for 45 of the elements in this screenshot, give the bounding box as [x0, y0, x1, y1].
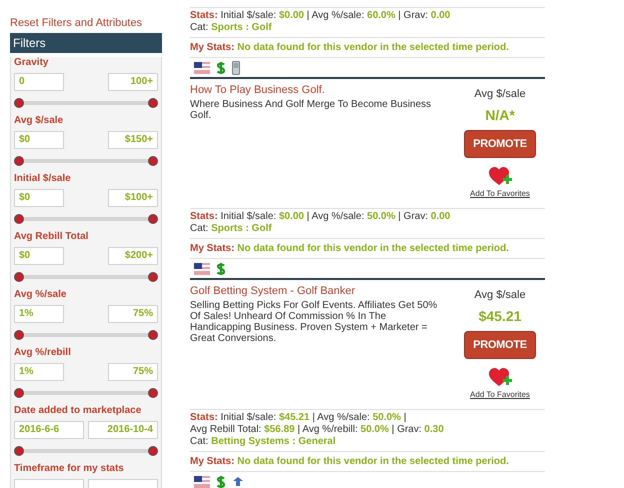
filter-label: Date added to marketplace — [14, 404, 142, 416]
reset-filters-link[interactable]: Reset Filters and Attributes — [10, 15, 162, 32]
filter-label: Initial $/sale — [14, 172, 72, 184]
input-field[interactable]: $0 — [14, 246, 64, 264]
input-field[interactable]: 0 — [14, 72, 64, 90]
input-field[interactable]: 100+ — [108, 72, 158, 90]
avg-sale-value: $45.21 — [478, 306, 522, 326]
filter-label: Timeframe for my stats — [14, 462, 125, 474]
input-field[interactable]: $0 — [14, 130, 64, 148]
filter-label: Avg %/rebill — [14, 346, 72, 358]
my-stats-line: My Stats: No data found for this vendor in the selected time period. — [190, 456, 510, 468]
my-stats-line: My Stats: No data found for this vendor in the selected time period. — [190, 243, 510, 255]
my-stats-line: My Stats: No data found for this vendor in the selected time period. — [190, 42, 510, 54]
filter-label: Avg $/sale — [14, 114, 64, 126]
input-field[interactable]: 1% — [14, 304, 64, 322]
category-line: Cat: Sports : Golf — [190, 223, 273, 235]
filter-label: Gravity — [14, 56, 50, 68]
stats-line: Stats: Initial $/sale: $45.21 | Avg %/sale: 50.0% | Avg Rebill Total: $56.89 | Avg %/rebill: 50.0% | Grav: 0.30 — [190, 412, 445, 436]
product-description: Selling Betting Picks For Golf Events. Affiliates Get 50% Of Sales! Unheard Of Commission % In The Handicapping Business. Proven System + Marketer = Great Conversions. — [190, 300, 438, 344]
product-title[interactable]: Golf Betting System - Golf Banker — [190, 285, 439, 298]
filter-label: Avg Rebill Total — [14, 230, 90, 242]
input-field[interactable]: 2016-6-6 — [14, 420, 84, 438]
product-description: Where Business And Golf Merge To Become Business Golf. — [190, 99, 432, 121]
add-to-favorites-link[interactable]: Add To Favorites — [470, 389, 530, 401]
input-field[interactable]: 1% — [14, 362, 64, 380]
stats-line: Stats: Initial $/sale: $0.00 | Avg %/sale: 60.0% | Grav: 0.00 — [190, 10, 452, 22]
filters-header: Filters — [10, 32, 162, 52]
input-field[interactable]: $150+ — [108, 130, 158, 148]
avg-sale-value: N/A* — [485, 106, 515, 124]
avg-sale-label: Avg $/sale — [474, 288, 526, 303]
input-field[interactable]: 75% — [108, 362, 158, 380]
avg-sale-label: Avg $/sale — [474, 87, 526, 102]
input-field[interactable]: $100+ — [108, 188, 158, 206]
input-field[interactable]: 2016-10-4 — [88, 420, 158, 438]
input-field[interactable]: $0 — [14, 188, 64, 206]
product-title[interactable]: How To Play Business Golf. — [190, 84, 439, 97]
promote-button[interactable]: PROMOTE — [464, 330, 536, 359]
add-to-favorites-link[interactable]: Add To Favorites — [470, 188, 530, 200]
input-field[interactable]: $200+ — [108, 246, 158, 264]
filter-label: Avg %/sale — [14, 288, 68, 300]
stats-line: Stats: Initial $/sale: $0.00 | Avg %/sale: 50.0% | Grav: 0.00 — [190, 211, 452, 223]
promote-button[interactable]: PROMOTE — [464, 130, 536, 158]
category-line: Cat: Sports : Golf — [190, 22, 273, 34]
category-line: Cat: Betting Systems : General — [190, 436, 337, 448]
input-field[interactable]: 75% — [108, 304, 158, 322]
